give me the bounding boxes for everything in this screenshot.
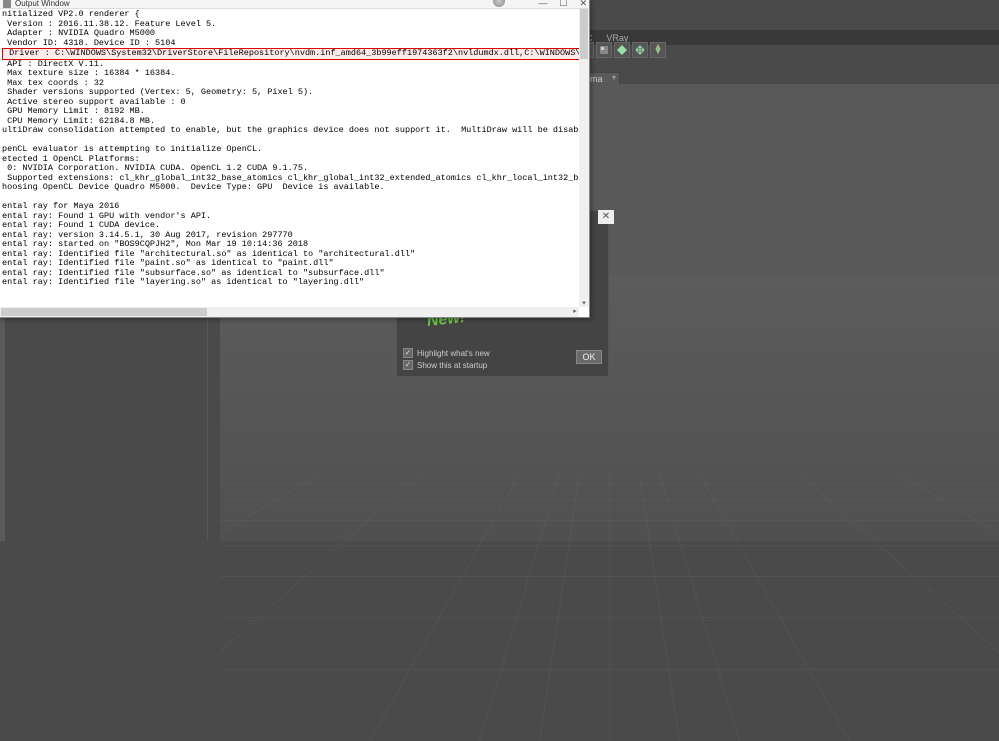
highlight-checkbox[interactable]: ✓ xyxy=(403,348,413,358)
scroll-right-arrow-icon[interactable]: ▸ xyxy=(571,307,579,317)
startup-checkbox-label: Show this at startup xyxy=(417,361,487,370)
spinner-icon xyxy=(493,0,505,7)
window-controls: — ☐ ✕ xyxy=(538,0,587,9)
close-button[interactable]: ✕ xyxy=(579,0,587,9)
v-scroll-thumb[interactable] xyxy=(580,9,588,59)
left-panel xyxy=(5,308,208,541)
output-window-titlebar[interactable]: Output Window — ☐ ✕ xyxy=(0,0,589,9)
output-text: nitialized VP2.0 renderer { Version : 20… xyxy=(2,10,586,288)
maximize-button[interactable]: ☐ xyxy=(559,0,567,9)
shelf-button-5[interactable] xyxy=(632,42,648,58)
vertical-scrollbar[interactable]: ▴ ▾ xyxy=(579,9,589,307)
window-icon xyxy=(3,0,11,8)
dialog-footer: ✓ Highlight what's new ✓ Show this at st… xyxy=(403,348,602,372)
startup-checkbox-row[interactable]: ✓ Show this at startup xyxy=(403,360,602,370)
scroll-down-arrow-icon[interactable]: ▾ xyxy=(579,299,589,307)
minimize-button[interactable]: — xyxy=(538,0,547,9)
highlight-checkbox-label: Highlight what's new xyxy=(417,349,490,358)
grid-lines-icon xyxy=(220,474,999,741)
app-root: nURTIC VRay d gamma xyxy=(0,0,999,541)
shelf-button-3[interactable] xyxy=(596,42,612,58)
startup-checkbox[interactable]: ✓ xyxy=(403,360,413,370)
highlight-checkbox-row[interactable]: ✓ Highlight what's new xyxy=(403,348,602,358)
output-window: Output Window — ☐ ✕ nitialized VP2.0 ren… xyxy=(0,0,590,318)
output-content[interactable]: nitialized VP2.0 renderer { Version : 20… xyxy=(0,9,589,307)
horizontal-scrollbar[interactable]: ◂ ▸ xyxy=(0,307,579,317)
dialog-close-button[interactable]: ✕ xyxy=(598,210,614,224)
shelf-button-4[interactable] xyxy=(614,42,630,58)
shelf-button-6[interactable] xyxy=(650,42,666,58)
ok-button[interactable]: OK xyxy=(576,350,602,364)
output-window-title: Output Window xyxy=(15,0,70,8)
h-scroll-thumb[interactable] xyxy=(1,308,207,316)
